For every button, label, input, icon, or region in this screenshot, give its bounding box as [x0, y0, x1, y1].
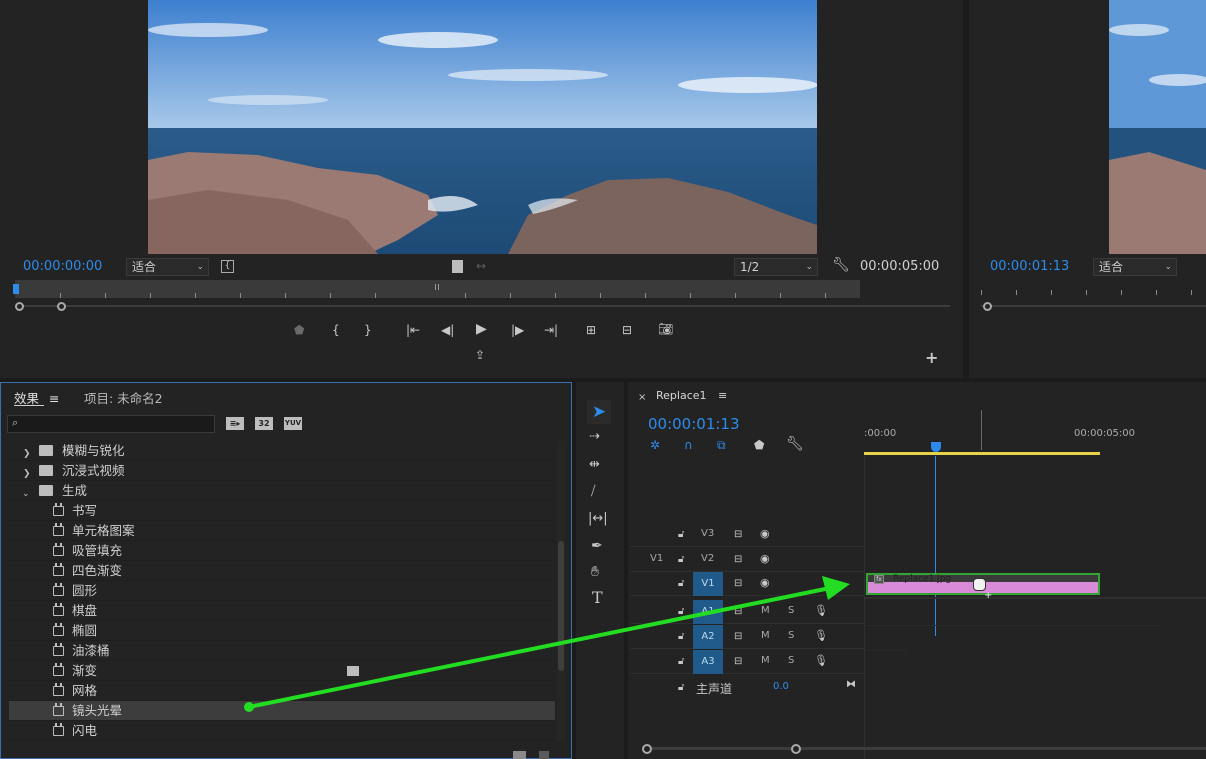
plus-cursor-icon: +	[984, 590, 993, 601]
drag-arrow	[244, 576, 850, 712]
